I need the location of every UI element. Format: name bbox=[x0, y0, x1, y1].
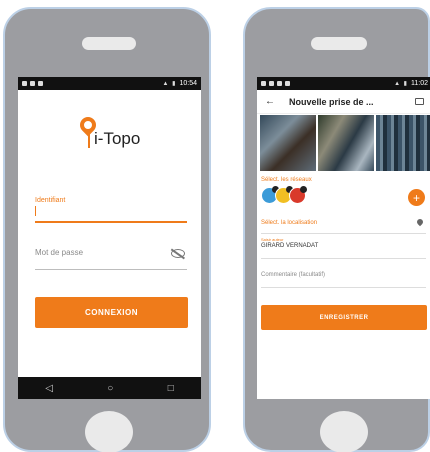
networks-label: Sélect. les réseaux bbox=[261, 177, 312, 183]
photo-strip bbox=[260, 115, 430, 171]
notification-icon bbox=[285, 81, 290, 86]
app-name: i-Topo bbox=[94, 129, 141, 148]
status-bar: ▲ ▮ 10:54 bbox=[18, 77, 201, 90]
author-value: GIRARD VERNADAT bbox=[261, 243, 319, 249]
author-field[interactable]: Saisir auteur GIRARD VERNADAT bbox=[261, 237, 426, 259]
author-label: Saisir auteur bbox=[261, 237, 284, 242]
save-button[interactable]: ENREGISTRER bbox=[261, 305, 427, 330]
eye-off-icon[interactable] bbox=[171, 249, 185, 258]
stage: ▲ ▮ 10:54 i-Topo Identifiant Mot de pass… bbox=[0, 0, 430, 452]
notification-icon bbox=[269, 81, 274, 86]
signal-icon: ▲ ▮ bbox=[162, 81, 177, 87]
password-placeholder: Mot de passe bbox=[35, 248, 84, 257]
app-logo: i-Topo bbox=[76, 113, 170, 157]
signal-icon: ▲ ▮ bbox=[394, 81, 408, 87]
comment-placeholder: Commentaire (facultatif) bbox=[261, 272, 326, 278]
location-selector[interactable]: Sélect. la localisation bbox=[261, 214, 426, 234]
add-network-button[interactable]: + bbox=[408, 189, 425, 206]
network-symbol-red[interactable] bbox=[289, 186, 307, 204]
username-label: Identifiant bbox=[35, 197, 66, 204]
status-bar: ▲ ▮ 11:02 bbox=[257, 77, 430, 90]
status-time: 11:02 bbox=[411, 80, 428, 87]
login-button[interactable]: CONNEXION bbox=[35, 297, 188, 328]
back-arrow-icon[interactable]: ← bbox=[265, 96, 275, 107]
recents-nav-icon[interactable]: □ bbox=[168, 383, 174, 394]
back-nav-icon[interactable]: ◁ bbox=[45, 383, 53, 394]
android-nav-bar: ◁ ○ □ bbox=[18, 377, 201, 399]
home-button bbox=[320, 411, 368, 452]
text-cursor bbox=[35, 206, 36, 216]
network-symbols bbox=[261, 186, 307, 204]
capture-screen: ▲ ▮ 11:02 ← Nouvelle prise de ... Sélect… bbox=[257, 77, 430, 399]
notification-icon bbox=[22, 81, 27, 86]
photo-thumbnail[interactable] bbox=[318, 115, 374, 171]
photo-thumbnail[interactable] bbox=[260, 115, 316, 171]
notification-icon bbox=[261, 81, 266, 86]
status-time: 10:54 bbox=[179, 80, 197, 87]
phone-login: ▲ ▮ 10:54 i-Topo Identifiant Mot de pass… bbox=[3, 7, 211, 452]
location-label: Sélect. la localisation bbox=[261, 220, 318, 226]
notification-icon bbox=[277, 81, 282, 86]
phone-capture: ▲ ▮ 11:02 ← Nouvelle prise de ... Sélect… bbox=[243, 7, 430, 452]
comment-field[interactable]: Commentaire (facultatif) bbox=[261, 266, 426, 288]
notification-icon bbox=[38, 81, 43, 86]
login-screen: ▲ ▮ 10:54 i-Topo Identifiant Mot de pass… bbox=[18, 77, 201, 399]
speaker-grille bbox=[82, 37, 136, 50]
home-nav-icon[interactable]: ○ bbox=[107, 383, 113, 394]
app-toolbar: ← Nouvelle prise de ... bbox=[257, 90, 430, 114]
speaker-grille bbox=[311, 37, 367, 50]
home-button bbox=[85, 411, 133, 452]
camera-icon[interactable] bbox=[415, 98, 424, 105]
username-field[interactable]: Identifiant bbox=[35, 197, 187, 223]
page-title: Nouvelle prise de ... bbox=[289, 96, 374, 107]
password-field[interactable]: Mot de passe bbox=[35, 242, 187, 270]
photo-thumbnail[interactable] bbox=[376, 115, 430, 171]
notification-icon bbox=[30, 81, 35, 86]
